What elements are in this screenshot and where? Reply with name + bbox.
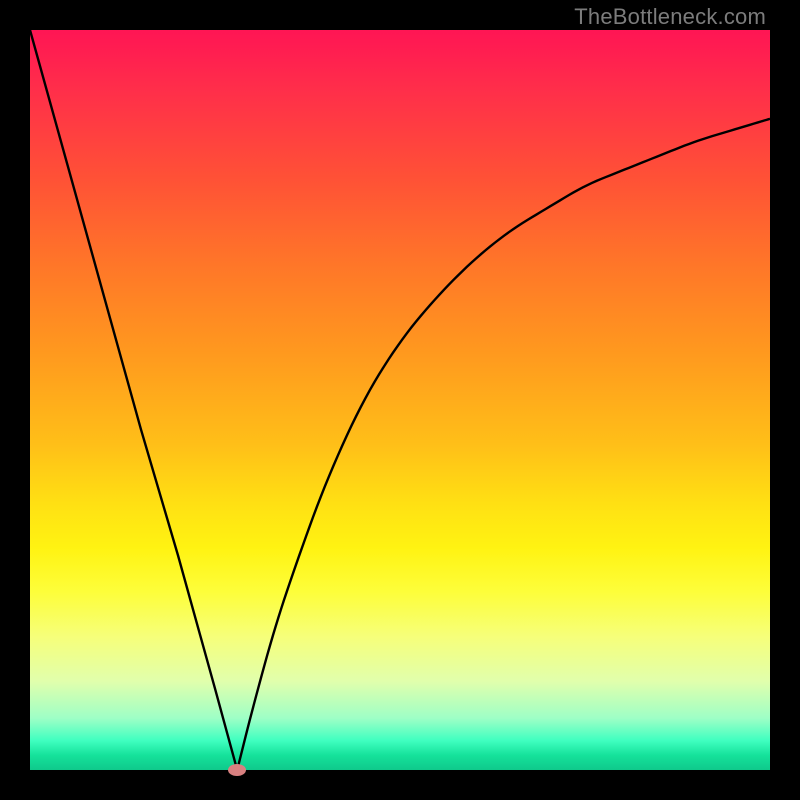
chart-frame: TheBottleneck.com bbox=[0, 0, 800, 800]
plot-area bbox=[30, 30, 770, 770]
optimum-marker bbox=[228, 764, 246, 776]
curve-left-branch bbox=[30, 30, 237, 770]
curve-right-branch bbox=[237, 119, 770, 770]
bottleneck-curve bbox=[30, 30, 770, 770]
watermark-text: TheBottleneck.com bbox=[574, 4, 766, 30]
